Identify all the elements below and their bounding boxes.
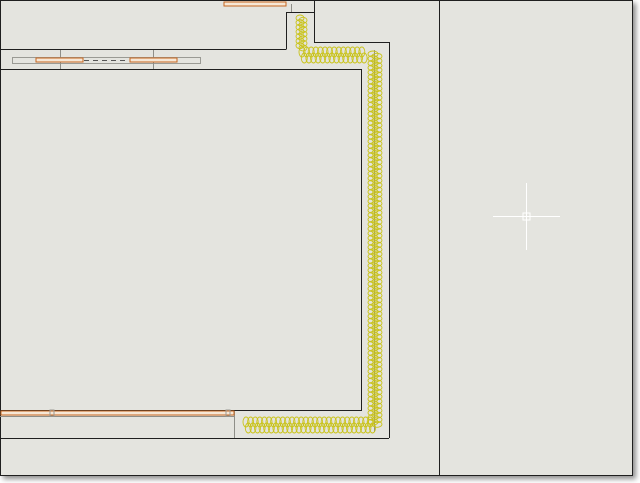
crosshair-cursor-icon: [493, 183, 560, 250]
main-room-walls: [0, 42, 390, 439]
top-left-room: [0, 0, 389, 50]
insulation-bottom: [242, 416, 376, 434]
bottom-door-panel[interactable]: [0, 410, 235, 416]
window-left-panel[interactable]: [35, 57, 84, 63]
floor-plan-canvas[interactable]: [0, 0, 633, 476]
top-door-panel[interactable]: [223, 1, 287, 7]
drawing-border: [0, 0, 633, 476]
window-right-panel[interactable]: [129, 57, 178, 63]
insulation-top: [298, 46, 368, 64]
insulation-stub: [295, 14, 308, 52]
cad-drawing-viewport[interactable]: [0, 0, 633, 476]
